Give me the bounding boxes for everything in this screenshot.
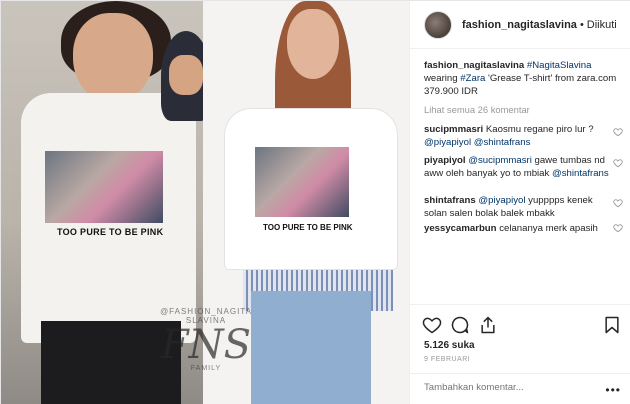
post-sidebar: fashion_nagitaslavina • Diikuti fashion_…	[409, 1, 630, 404]
watermark: @FASHION_NAGITA SLAVINA FNS FAMILY	[151, 307, 261, 372]
caption-username[interactable]: fashion_nagitaslavina	[424, 60, 524, 71]
share-icon[interactable]	[478, 315, 498, 335]
tshirt-print	[45, 151, 163, 223]
comment-item: shintafrans @piyapiyol yupppps kenek sol…	[424, 194, 614, 220]
heart-icon[interactable]	[613, 198, 623, 208]
comment-mention[interactable]: @sucipmmasri	[468, 155, 532, 166]
tshirt-print	[255, 147, 349, 217]
post-caption: fashion_nagitaslavina #NagitaSlavina wea…	[424, 59, 624, 98]
divider	[410, 373, 630, 374]
comment-mention[interactable]: @piyapiyol @shintafrans	[424, 137, 530, 148]
comment-mention[interactable]: @shintafrans	[552, 168, 609, 179]
follow-status-button[interactable]: Diikuti	[587, 19, 617, 31]
face-shape	[73, 13, 153, 103]
tshirt-print-text: TOO PURE TO BE PINK	[57, 227, 164, 237]
comment-text: Kaosmu regane piro lur ?	[485, 124, 594, 135]
instagram-post: TOO PURE TO BE PINK TOO PURE TO BE PINK …	[0, 0, 630, 404]
heart-icon[interactable]	[613, 158, 623, 168]
comment-item: piyapiyol @sucipmmasri gawe tumbas nd aw…	[424, 154, 614, 180]
heart-icon[interactable]	[613, 223, 623, 233]
divider	[410, 304, 630, 305]
avatar[interactable]	[424, 10, 452, 39]
comment-username[interactable]: sucipmmasri	[424, 124, 483, 135]
more-options-button[interactable]: •••	[605, 383, 621, 397]
tshirt-print-text: TOO PURE TO BE PINK	[263, 223, 353, 232]
header-username[interactable]: fashion_nagitaslavina	[462, 19, 577, 31]
view-all-comments-link[interactable]: Lihat semua 26 komentar	[424, 104, 530, 115]
face-shape	[287, 9, 339, 79]
comment-username[interactable]: piyapiyol	[424, 155, 466, 166]
like-count[interactable]: 5.126 suka	[424, 340, 475, 351]
bookmark-icon[interactable]	[602, 315, 622, 335]
post-header: fashion_nagitaslavina • Diikuti	[410, 1, 630, 49]
heart-icon[interactable]	[613, 127, 623, 137]
caption-hashtag[interactable]: #NagitaSlavina	[527, 60, 592, 71]
header-separator: •	[579, 18, 584, 31]
watermark-monogram: FNS	[160, 322, 252, 368]
comment-mention[interactable]: @piyapiyol	[478, 195, 525, 206]
heart-icon[interactable]	[422, 315, 442, 335]
caption-text: wearing	[424, 73, 458, 84]
comment-username[interactable]: yessycamarbun	[424, 223, 497, 234]
comment-item: yessycamarbun celananya merk apasih	[424, 222, 614, 235]
post-date: 9 FEBRUARI	[424, 356, 471, 363]
comment-item: sucipmmasri Kaosmu regane piro lur ? @pi…	[424, 123, 614, 149]
face-shape	[169, 55, 203, 95]
comment-bubble-icon[interactable]	[450, 315, 470, 335]
jeans-shape	[251, 291, 371, 404]
comment-text: celananya merk apasih	[499, 223, 598, 234]
post-image[interactable]: TOO PURE TO BE PINK TOO PURE TO BE PINK …	[1, 1, 409, 404]
add-comment-input[interactable]	[424, 382, 604, 393]
comment-username[interactable]: shintafrans	[424, 195, 476, 206]
caption-hashtag[interactable]: #Zara	[460, 73, 485, 84]
action-bar	[422, 315, 622, 335]
